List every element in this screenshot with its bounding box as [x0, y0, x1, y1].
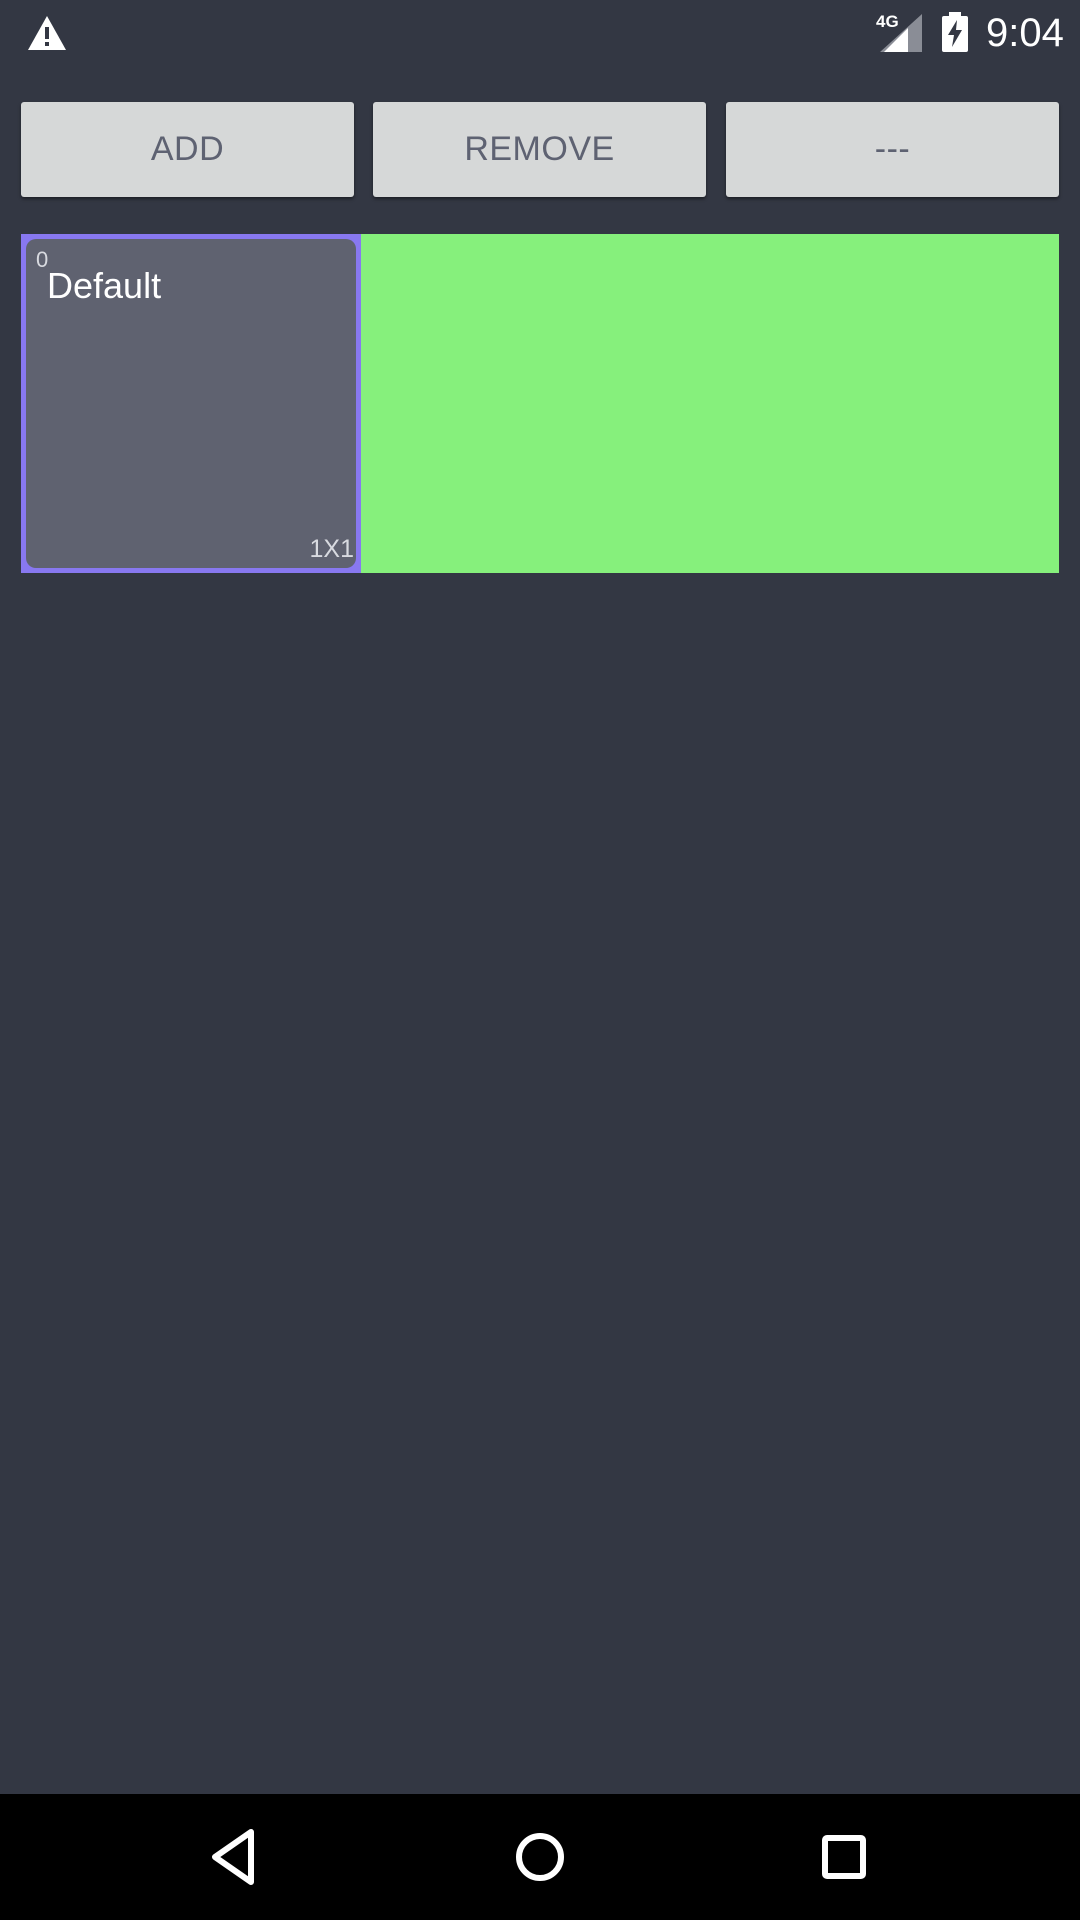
- grid-area[interactable]: 0 Default 1X1: [21, 234, 1059, 573]
- tile-name: Default: [47, 265, 162, 306]
- navigation-bar: [0, 1794, 1080, 1920]
- clock: 9:04: [986, 11, 1064, 55]
- remove-button[interactable]: REMOVE: [373, 102, 706, 197]
- grid-tile-default[interactable]: 0 Default 1X1: [21, 234, 361, 573]
- battery-charging-icon: [940, 12, 970, 52]
- more-button[interactable]: ---: [726, 102, 1059, 197]
- back-icon[interactable]: [203, 1824, 269, 1890]
- tile-size: 1X1: [309, 535, 354, 563]
- signal-icon: [880, 14, 922, 52]
- add-button[interactable]: ADD: [21, 102, 354, 197]
- warning-icon: [26, 14, 68, 52]
- home-icon[interactable]: [507, 1824, 573, 1890]
- recents-icon[interactable]: [811, 1824, 877, 1890]
- status-bar: 4G 9:04: [0, 0, 1080, 66]
- tile-body: 0 Default 1X1: [26, 239, 356, 568]
